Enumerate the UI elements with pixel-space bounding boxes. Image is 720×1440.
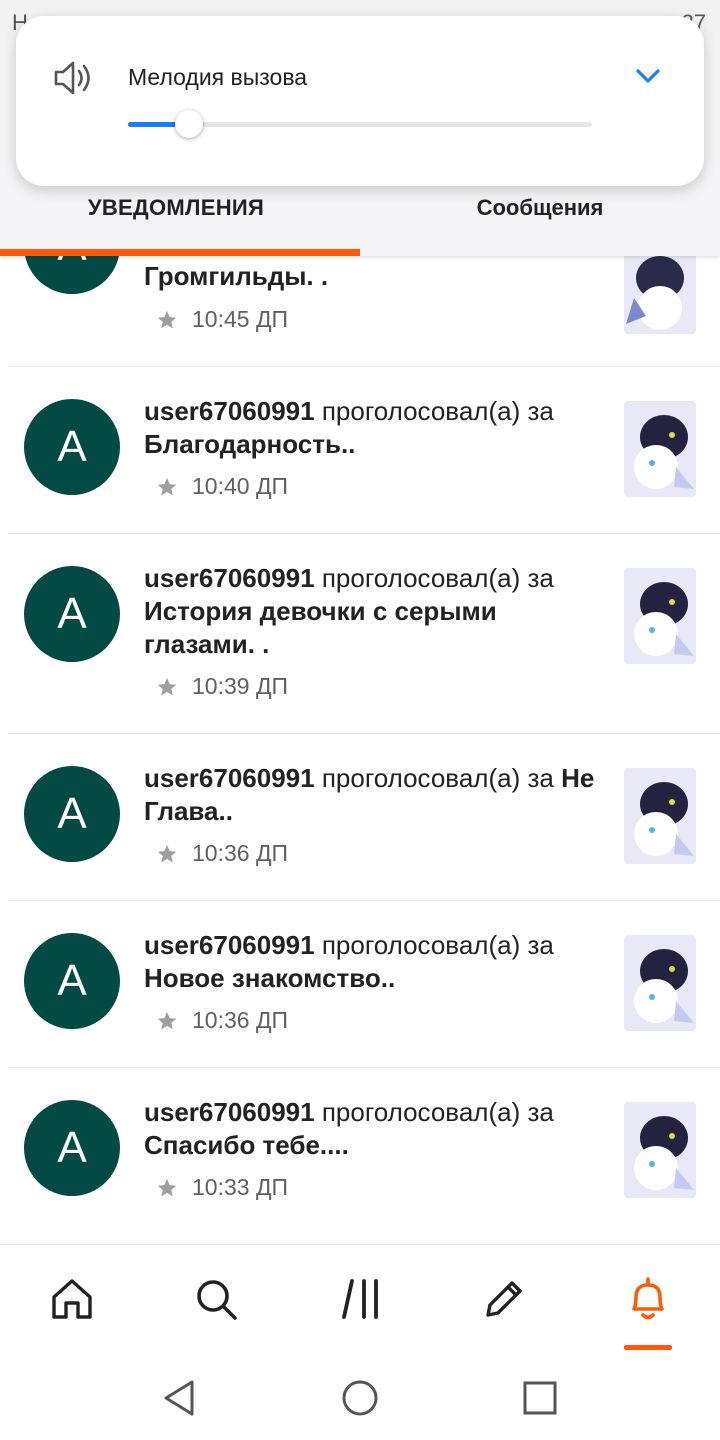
chevron-down-icon[interactable] xyxy=(634,62,662,90)
star-icon xyxy=(157,844,177,862)
pencil-icon[interactable] xyxy=(480,1275,528,1323)
notification-text: Громгильды. . xyxy=(144,260,604,293)
notification-time: 10:36 ДП xyxy=(192,840,289,866)
star-icon xyxy=(157,477,177,495)
notification-user[interactable]: user67060991 xyxy=(144,763,315,793)
notification-meta: 10:36 ДП xyxy=(156,1007,288,1034)
dragon-cover-image xyxy=(624,768,696,864)
notification-list[interactable]: A Громгильды. . 10:45 ДП A user67060991 xyxy=(0,160,720,1244)
volume-panel: Мелодия вызова xyxy=(16,16,704,186)
notification-title: Громгильды. . xyxy=(144,261,329,291)
notification-title[interactable]: Спасибо тебе.... xyxy=(144,1130,349,1160)
story-cover-thumbnail[interactable] xyxy=(624,401,696,497)
notification-time: 10:36 ДП xyxy=(192,1007,289,1033)
volume-slider-thumb[interactable] xyxy=(175,110,203,138)
home-icon[interactable] xyxy=(48,1275,96,1323)
notification-text: user67060991 проголосовал(а) за Новое зн… xyxy=(144,929,604,995)
search-icon[interactable] xyxy=(192,1275,240,1323)
volume-title: Мелодия вызова xyxy=(128,64,308,90)
dragon-cover-image xyxy=(624,401,696,497)
star-icon xyxy=(157,1178,177,1196)
notification-action: проголосовал(а) за xyxy=(314,396,554,426)
notification-title[interactable]: История девочки с серыми глазами. . xyxy=(144,596,497,659)
avatar[interactable]: A xyxy=(24,766,120,862)
notification-meta: 10:33 ДП xyxy=(156,1174,288,1201)
avatar[interactable]: A xyxy=(24,399,120,495)
notification-time: 10:33 ДП xyxy=(192,1174,289,1200)
notification-item[interactable]: A user67060991 проголосовал(а) за Спасиб… xyxy=(8,1068,720,1244)
notification-text: user67060991 проголосовал(а) за История … xyxy=(144,562,604,661)
notification-time: 10:40 ДП xyxy=(192,473,289,499)
story-cover-thumbnail[interactable] xyxy=(624,768,696,864)
star-icon xyxy=(157,1011,177,1029)
dragon-cover-image xyxy=(624,935,696,1031)
avatar[interactable]: A xyxy=(24,1100,120,1196)
notification-item[interactable]: A user67060991 проголосовал(а) за Благод… xyxy=(8,367,720,534)
notification-action: проголосовал(а) за xyxy=(314,763,562,793)
active-tab-indicator xyxy=(0,249,360,256)
notification-item[interactable]: A user67060991 проголосовал(а) за Не Гла… xyxy=(8,734,720,901)
notification-item[interactable]: A user67060991 проголосовал(а) за Истори… xyxy=(8,534,720,734)
notification-user[interactable]: user67060991 xyxy=(144,930,315,960)
active-nav-indicator xyxy=(624,1345,672,1350)
system-navigation-bar xyxy=(0,1360,720,1440)
notification-title[interactable]: Новое знакомство.. xyxy=(144,963,395,993)
star-icon xyxy=(157,310,177,328)
story-cover-thumbnail[interactable] xyxy=(624,935,696,1031)
app-screen: Н 27 A Громгильды. . 10:45 ДП xyxy=(0,0,720,1440)
notification-item[interactable]: A user67060991 проголосовал(а) за Новое … xyxy=(8,901,720,1068)
star-icon xyxy=(157,677,177,695)
home-circle-icon[interactable] xyxy=(340,1378,380,1418)
notification-title[interactable]: Благодарность.. xyxy=(144,429,355,459)
notification-text: user67060991 проголосовал(а) за Спасибо … xyxy=(144,1096,604,1162)
notification-user[interactable]: user67060991 xyxy=(144,1097,315,1127)
speaker-icon[interactable] xyxy=(50,56,94,100)
story-cover-thumbnail[interactable] xyxy=(624,1102,696,1198)
notification-action: проголосовал(а) за xyxy=(314,563,554,593)
avatar[interactable]: A xyxy=(24,933,120,1029)
notification-time: 10:45 ДП xyxy=(192,306,289,332)
library-icon[interactable] xyxy=(338,1275,386,1323)
notification-text: user67060991 проголосовал(а) за Не Глава… xyxy=(144,762,604,828)
avatar[interactable]: A xyxy=(24,566,120,662)
notification-user[interactable]: user67060991 xyxy=(144,563,315,593)
volume-slider[interactable] xyxy=(128,110,592,138)
volume-slider-fill xyxy=(128,122,179,127)
notification-meta: 10:45 ДП xyxy=(156,306,288,333)
notification-meta: 10:39 ДП xyxy=(156,673,288,700)
recents-icon[interactable] xyxy=(520,1378,560,1418)
notification-text: user67060991 проголосовал(а) за Благодар… xyxy=(144,395,604,461)
notification-action: проголосовал(а) за xyxy=(314,930,554,960)
dragon-cover-image xyxy=(624,1102,696,1198)
bell-icon[interactable] xyxy=(624,1275,672,1323)
notification-user[interactable]: user67060991 xyxy=(144,396,315,426)
notification-time: 10:39 ДП xyxy=(192,673,289,699)
bottom-navigation xyxy=(0,1244,720,1360)
notification-meta: 10:36 ДП xyxy=(156,840,288,867)
dragon-cover-image xyxy=(624,568,696,664)
notification-action: проголосовал(а) за xyxy=(314,1097,554,1127)
notification-meta: 10:40 ДП xyxy=(156,473,288,500)
story-cover-thumbnail[interactable] xyxy=(624,568,696,664)
back-icon[interactable] xyxy=(160,1378,200,1418)
